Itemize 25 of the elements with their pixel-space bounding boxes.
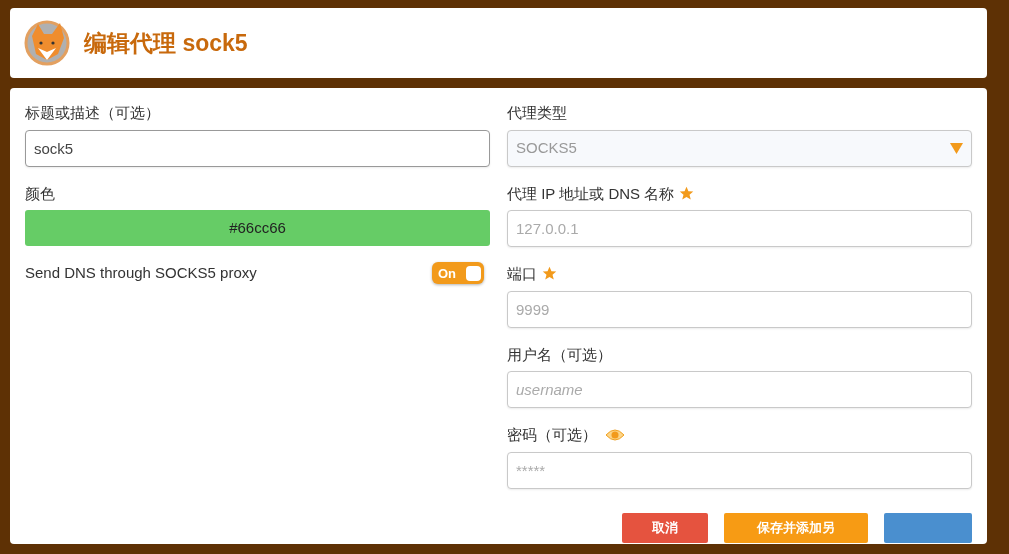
save-add-button[interactable]: 保存并添加另 — [724, 512, 868, 543]
input-field[interactable]: 127.0.0.1 — [507, 210, 972, 247]
field-label: 代理类型 — [507, 104, 567, 121]
input-field[interactable]: 9999 — [507, 290, 972, 328]
field-label: 代理 IP 地址或 DNS 名称 — [507, 184, 675, 202]
dns-label: Send DNS through SOCKS5 proxy — [25, 263, 257, 283]
title-input[interactable]: sock5 — [25, 129, 490, 167]
toggle-switch[interactable]: On — [432, 262, 484, 285]
field-label: 用户名（可选） — [507, 345, 612, 363]
field-label: 密码（可选） — [507, 426, 597, 443]
fox-logo-icon — [22, 18, 72, 68]
dropdown-arrow-icon — [950, 142, 963, 154]
field-label: 颜色 — [25, 183, 56, 204]
field-label: 端口 — [507, 265, 537, 282]
save-button[interactable] — [884, 512, 972, 543]
star-icon — [542, 266, 557, 281]
page-title: 编辑代理 sock5 — [84, 28, 248, 58]
select-field[interactable]: SOCKS5 — [507, 129, 972, 167]
password-field[interactable]: ***** — [507, 451, 972, 489]
cancel-button[interactable]: 取消 — [622, 512, 708, 543]
color-picker[interactable]: #66cc66 — [25, 210, 490, 246]
eye-icon[interactable] — [605, 428, 625, 442]
input-field[interactable]: username — [507, 371, 972, 408]
field-label: 标题或描述（可选） — [25, 103, 161, 123]
star-icon — [679, 185, 695, 201]
